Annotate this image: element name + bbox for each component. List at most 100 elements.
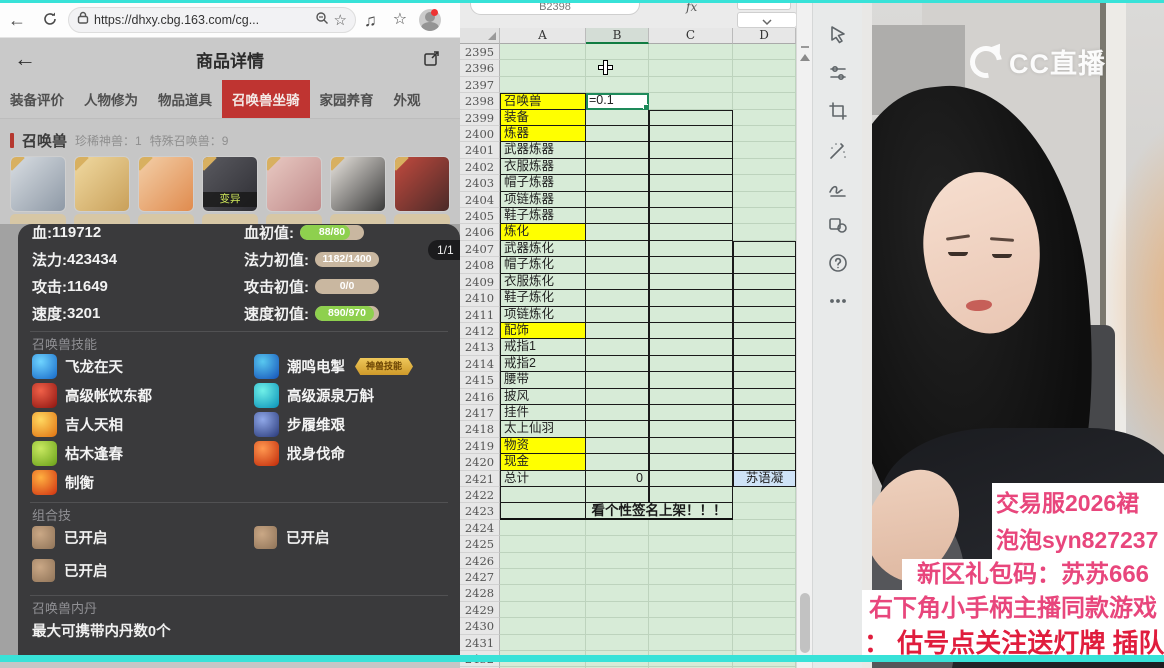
cell-C2396[interactable] xyxy=(649,60,733,77)
cell-A2408[interactable]: 帽子炼化 xyxy=(500,257,586,274)
tab-2[interactable]: 人物修为 xyxy=(74,80,148,118)
cell-D2409[interactable] xyxy=(733,273,796,291)
toolbar-dropdown[interactable] xyxy=(737,12,797,28)
cell-A2421[interactable]: 总计 xyxy=(500,470,586,487)
cursor-tool-icon[interactable] xyxy=(827,24,849,46)
cell-C2409[interactable] xyxy=(649,273,733,291)
row-header-2418[interactable]: 2418 xyxy=(460,421,500,438)
cell-D2400[interactable] xyxy=(733,126,796,143)
cell-B2396[interactable] xyxy=(586,60,649,77)
cell-B2417[interactable] xyxy=(586,404,649,422)
cell-B2425[interactable] xyxy=(586,536,649,553)
row-header-2424[interactable]: 2424 xyxy=(460,519,500,537)
column-header-C[interactable]: C xyxy=(649,28,733,44)
cell-C2431[interactable] xyxy=(649,634,733,652)
cell-A2426[interactable] xyxy=(500,552,586,569)
cell-B2413[interactable] xyxy=(586,339,649,356)
row-header-2412[interactable]: 2412 xyxy=(460,322,500,340)
magic-wand-icon[interactable] xyxy=(827,140,849,162)
browser-back-icon[interactable]: ← xyxy=(0,11,34,29)
row-header-2417[interactable]: 2417 xyxy=(460,404,500,422)
pet-avatar-4[interactable]: 变异 xyxy=(202,156,258,212)
row-header-2398[interactable]: 2398 xyxy=(460,93,500,110)
adjust-sliders-icon[interactable] xyxy=(827,62,849,84)
cell-A2430[interactable] xyxy=(500,618,586,635)
cell-A2402[interactable]: 衣服炼器 xyxy=(500,158,586,176)
cell-B2412[interactable] xyxy=(586,322,649,340)
cell-C2428[interactable] xyxy=(649,585,733,602)
cell-C2419[interactable] xyxy=(649,437,733,455)
cell-A2407[interactable]: 武器炼化 xyxy=(500,240,586,258)
cell-B2404[interactable] xyxy=(586,191,649,209)
row-header-2411[interactable]: 2411 xyxy=(460,306,500,323)
cell-B2397[interactable] xyxy=(586,76,649,94)
pet-avatar-5[interactable] xyxy=(266,156,322,212)
cell-D2405[interactable] xyxy=(733,208,796,225)
media-control-icon[interactable]: ♫ xyxy=(356,12,385,29)
cell-D2413[interactable] xyxy=(733,339,796,356)
cell-D2428[interactable] xyxy=(733,585,796,602)
cell-B2416[interactable] xyxy=(586,388,649,405)
cell-A2415[interactable]: 腰带 xyxy=(500,372,586,389)
cell-C2430[interactable] xyxy=(649,618,733,635)
cell-B2423-merged-note[interactable]: 看个性签名上架！！！ xyxy=(586,503,733,520)
cell-D2425[interactable] xyxy=(733,536,796,553)
cell-A2405[interactable]: 鞋子炼器 xyxy=(500,208,586,225)
cell-A2400[interactable]: 炼器 xyxy=(500,126,586,143)
cell-C2395[interactable] xyxy=(649,44,733,61)
cell-B2400[interactable] xyxy=(586,126,649,143)
cell-C2427[interactable] xyxy=(649,569,733,586)
cell-B2401[interactable] xyxy=(586,142,649,159)
row-header-2431[interactable]: 2431 xyxy=(460,634,500,652)
cell-C2406[interactable] xyxy=(649,224,733,241)
cell-A2404[interactable]: 项链炼器 xyxy=(500,191,586,209)
cell-C2414[interactable] xyxy=(649,355,733,373)
cell-C2412[interactable] xyxy=(649,322,733,340)
cell-A2399[interactable]: 装备 xyxy=(500,109,586,127)
cell-C2420[interactable] xyxy=(649,454,733,471)
row-header-2423[interactable]: 2423 xyxy=(460,503,500,520)
cell-D2411[interactable] xyxy=(733,306,796,323)
cell-C2410[interactable] xyxy=(649,290,733,307)
cell-A2396[interactable] xyxy=(500,60,586,77)
cell-D2426[interactable] xyxy=(733,552,796,569)
cell-C2416[interactable] xyxy=(649,388,733,405)
row-header-2408[interactable]: 2408 xyxy=(460,257,500,274)
cell-B2430[interactable] xyxy=(586,618,649,635)
cell-B2426[interactable] xyxy=(586,552,649,569)
browser-refresh-icon[interactable] xyxy=(34,11,66,30)
pet-avatar-2[interactable] xyxy=(74,156,130,212)
cell-D2423[interactable] xyxy=(733,503,796,520)
cell-B2415[interactable] xyxy=(586,372,649,389)
cell-D2422[interactable] xyxy=(733,486,796,504)
cell-B2406[interactable] xyxy=(586,224,649,241)
cell-A2419[interactable]: 物资 xyxy=(500,437,586,455)
pet-avatar-partial[interactable] xyxy=(138,214,194,224)
pet-avatar-partial[interactable] xyxy=(330,214,386,224)
cell-B2395[interactable] xyxy=(586,44,649,61)
row-header-2399[interactable]: 2399 xyxy=(460,109,500,127)
cell-A2403[interactable]: 帽子炼器 xyxy=(500,175,586,192)
cell-A2425[interactable] xyxy=(500,536,586,553)
cell-A2427[interactable] xyxy=(500,569,586,586)
pet-avatar-partial[interactable] xyxy=(266,214,322,224)
cell-A2409[interactable]: 衣服炼化 xyxy=(500,273,586,291)
pet-avatar-3[interactable] xyxy=(138,156,194,212)
tab-1[interactable]: 装备评价 xyxy=(0,80,74,118)
bookmark-star-icon[interactable]: ☆ xyxy=(334,11,347,29)
cell-A2395[interactable] xyxy=(500,44,586,61)
help-icon[interactable] xyxy=(827,252,849,274)
cell-C2404[interactable] xyxy=(649,191,733,209)
cell-B2421[interactable]: 0 xyxy=(586,470,649,487)
search-icon[interactable] xyxy=(315,11,329,30)
cell-D2420[interactable] xyxy=(733,454,796,471)
favorites-list-icon[interactable]: ☆ xyxy=(385,12,415,28)
row-header-2400[interactable]: 2400 xyxy=(460,126,500,143)
cell-D2408[interactable] xyxy=(733,257,796,274)
cell-D2421[interactable]: 苏语凝 xyxy=(733,470,796,487)
cell-C2424[interactable] xyxy=(649,519,733,537)
cell-B2408[interactable] xyxy=(586,257,649,274)
cell-B2431[interactable] xyxy=(586,634,649,652)
cell-A2431[interactable] xyxy=(500,634,586,652)
row-header-2413[interactable]: 2413 xyxy=(460,339,500,356)
